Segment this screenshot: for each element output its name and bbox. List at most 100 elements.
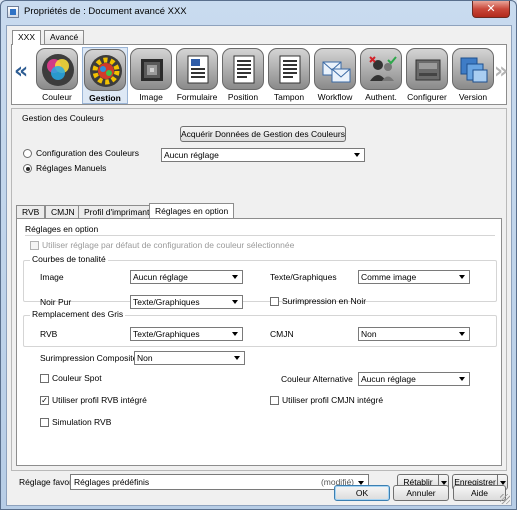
tone-curves-title: Courbes de tonalité	[30, 254, 108, 264]
radio-manual-settings[interactable]	[23, 164, 32, 173]
scroll-right-icon[interactable]: »	[494, 59, 508, 84]
gray-rvb-select[interactable]: Texte/Graphiques	[130, 327, 243, 341]
tool-formulaire[interactable]: Formulaire	[174, 47, 220, 104]
tool-authent[interactable]: Authent.	[358, 47, 404, 104]
config-colors-select[interactable]: Aucun réglage	[161, 148, 365, 162]
tool-configurer[interactable]: Configurer	[404, 47, 450, 104]
tab-xxx[interactable]: XXX	[12, 30, 42, 45]
section-divider	[25, 235, 495, 236]
overprint-black-label: Surimpression en Noir	[282, 296, 367, 306]
pure-black-select[interactable]: Texte/Graphiques	[130, 295, 243, 309]
image-label: Image	[40, 272, 64, 282]
favorite-field[interactable]: Réglages prédéfinis (modifié)	[70, 474, 369, 490]
tool-authent-label: Authent.	[365, 92, 397, 102]
scroll-left-icon[interactable]: «	[14, 59, 28, 84]
tool-version-label: Version	[458, 92, 488, 102]
use-default-checkbox[interactable]	[30, 241, 39, 250]
favorite-value: Réglages prédéfinis	[74, 477, 150, 487]
window-title: Propriétés de : Document avancé XXX	[24, 6, 187, 17]
optional-settings-page: Réglages en option Utiliser réglage par …	[16, 218, 502, 466]
authentication-users-icon	[360, 48, 402, 90]
gray-rvb-value: Texte/Graphiques	[133, 329, 200, 339]
tool-version[interactable]: Version	[450, 47, 496, 104]
tab-optional-settings[interactable]: Réglages en option	[149, 203, 235, 218]
tool-position-label: Position	[227, 92, 259, 102]
overprint-black-checkbox[interactable]	[270, 297, 279, 306]
chevron-down-icon	[232, 300, 238, 304]
resize-grip[interactable]	[500, 494, 510, 504]
use-rvb-profile-checkbox[interactable]: ✓	[40, 396, 49, 405]
rvb-simulation-checkbox[interactable]	[40, 418, 49, 427]
version-windows-icon	[452, 48, 494, 90]
close-button[interactable]: ✕	[472, 1, 510, 18]
image-pattern-icon	[130, 48, 172, 90]
tool-tampon-label: Tampon	[273, 92, 305, 102]
tool-position[interactable]: Position	[220, 47, 266, 104]
color-gear-icon	[84, 49, 126, 91]
gray-cmjn-value: Non	[361, 329, 377, 339]
tab-printer-profile[interactable]: Profil d'imprimante	[78, 205, 161, 218]
composite-overprint-label: Surimpression Composite	[40, 353, 138, 363]
favorite-label: Réglage favori	[19, 477, 74, 487]
stamp-icon	[268, 48, 310, 90]
tool-couleur-label: Couleur	[42, 92, 72, 102]
composite-overprint-value: Non	[137, 353, 153, 363]
position-document-icon	[222, 48, 264, 90]
properties-window: Propriétés de : Document avancé XXX ✕ XX…	[0, 0, 517, 510]
tool-couleur[interactable]: Couleur	[34, 47, 80, 104]
spot-color-checkbox[interactable]	[40, 374, 49, 383]
dialog-client-area: XXX Avancé « » Couleur Gestion Image For…	[6, 25, 512, 506]
use-default-label: Utiliser réglage par défaut de configura…	[42, 240, 295, 250]
workflow-envelopes-icon	[314, 48, 356, 90]
tab-cmjn[interactable]: CMJN	[45, 205, 81, 218]
gray-cmjn-select[interactable]: Non	[358, 327, 470, 341]
tool-image-label: Image	[139, 92, 163, 102]
radio-manual-settings-label: Réglages Manuels	[36, 163, 107, 173]
image-tone-select[interactable]: Aucun réglage	[130, 270, 243, 284]
chevron-down-icon	[232, 332, 238, 336]
spot-color-label: Couleur Spot	[52, 373, 102, 383]
chevron-down-icon	[459, 275, 465, 279]
printer-config-icon	[406, 48, 448, 90]
tool-formulaire-label: Formulaire	[176, 92, 218, 102]
form-document-icon	[176, 48, 218, 90]
chevron-down-icon	[234, 356, 240, 360]
tool-gestion[interactable]: Gestion	[82, 47, 128, 104]
gray-replacement-title: Remplacement des Gris	[30, 309, 126, 319]
help-button[interactable]: Aide	[453, 485, 506, 501]
image-tone-value: Aucun réglage	[133, 272, 188, 282]
ok-button[interactable]: OK	[334, 485, 390, 501]
tool-tampon[interactable]: Tampon	[266, 47, 312, 104]
acquire-color-data-button[interactable]: Acquérir Données de Gestion des Couleurs	[180, 126, 346, 142]
window-icon	[7, 6, 19, 18]
text-graphics-label: Texte/Graphiques	[270, 272, 337, 282]
chevron-down-icon	[354, 153, 360, 157]
color-circles-icon	[36, 48, 78, 90]
tool-workflow-label: Workflow	[317, 92, 353, 102]
tab-rvb[interactable]: RVB	[16, 205, 46, 218]
chevron-down-icon	[459, 332, 465, 336]
cancel-button[interactable]: Annuler	[393, 485, 449, 501]
alt-color-value: Aucun réglage	[361, 374, 416, 384]
alt-color-select[interactable]: Aucun réglage	[358, 372, 470, 386]
radio-config-colors-label: Configuration des Couleurs	[36, 148, 140, 158]
tool-gestion-label: Gestion	[89, 93, 121, 103]
panel-title: Gestion des Couleurs	[22, 113, 104, 123]
text-graphics-tone-select[interactable]: Comme image	[358, 270, 470, 284]
pure-black-label: Noir Pur	[40, 297, 72, 307]
config-colors-select-value: Aucun réglage	[164, 150, 219, 160]
composite-overprint-select[interactable]: Non	[134, 351, 245, 365]
alt-color-label: Couleur Alternative	[281, 374, 353, 384]
use-cmjn-profile-label: Utiliser profil CMJN intégré	[282, 395, 384, 405]
gray-cmjn-label: CMJN	[270, 329, 294, 339]
use-cmjn-profile-checkbox[interactable]	[270, 396, 279, 405]
use-rvb-profile-label: Utiliser profil RVB intégré	[52, 395, 147, 405]
tool-workflow[interactable]: Workflow	[312, 47, 358, 104]
tab-avance[interactable]: Avancé	[44, 30, 85, 44]
function-icon-bar: « » Couleur Gestion Image Formulaire Pos…	[11, 44, 508, 105]
optional-settings-title: Réglages en option	[25, 224, 99, 234]
gray-rvb-label: RVB	[40, 329, 58, 339]
chevron-down-icon	[232, 275, 238, 279]
tool-image[interactable]: Image	[128, 47, 174, 104]
radio-config-colors[interactable]	[23, 149, 32, 158]
